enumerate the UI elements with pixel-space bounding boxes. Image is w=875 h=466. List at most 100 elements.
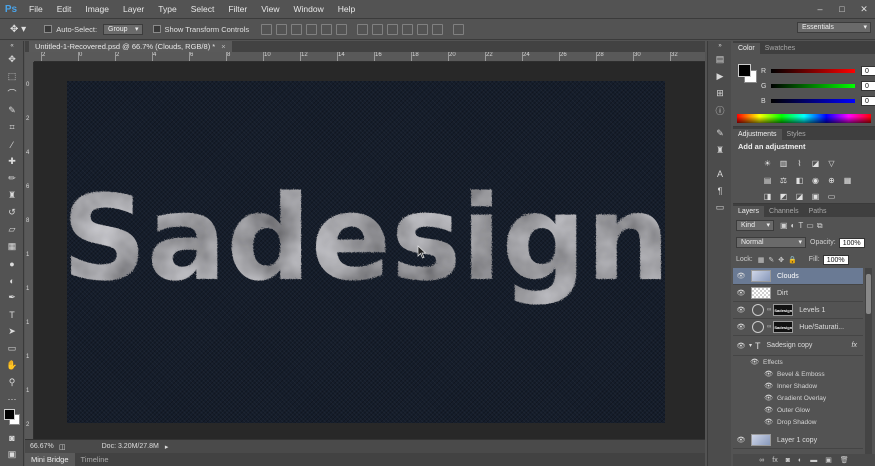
effects-header[interactable]: 👁 Effects xyxy=(733,356,863,368)
layer-kind-filter[interactable]: Kind xyxy=(736,220,774,231)
green-value-input[interactable]: 0 xyxy=(861,81,875,91)
new-layer-icon[interactable]: ▣ xyxy=(825,456,832,464)
layers-scrollbar[interactable] xyxy=(865,268,872,466)
tab-layers[interactable]: Layers xyxy=(733,206,765,217)
add-mask-icon[interactable]: ◙ xyxy=(786,457,790,464)
pen-tool-icon[interactable]: ✒ xyxy=(0,289,24,306)
levels-icon[interactable]: ▥ xyxy=(777,158,790,169)
brush-panel-icon[interactable]: ✎ xyxy=(708,125,732,142)
brush-tool-icon[interactable]: ✏ xyxy=(0,170,24,187)
more-tools-icon[interactable]: ⋯ xyxy=(0,391,24,408)
distribute-vcenter-icon[interactable] xyxy=(372,23,384,35)
eyedropper-tool-icon[interactable]: ⁄ xyxy=(0,136,24,153)
document-size-info[interactable]: Doc: 3.20M/27.8M xyxy=(102,443,159,450)
distribute-bottom-icon[interactable] xyxy=(387,23,399,35)
menu-layer[interactable]: Layer xyxy=(116,4,151,14)
show-transform-checkbox[interactable] xyxy=(152,25,161,33)
effect-drop-shadow[interactable]: 👁 Drop Shadow xyxy=(733,416,863,428)
crop-tool-icon[interactable]: ⌗ xyxy=(0,119,24,136)
notes-panel-icon[interactable]: ▭ xyxy=(708,199,732,216)
align-right-icon[interactable] xyxy=(336,23,348,35)
layer-filter-icons[interactable]: ▣◐T▭⧉ xyxy=(780,221,826,231)
tab-adjustments[interactable]: Adjustments xyxy=(733,129,782,140)
hue-saturation-icon[interactable]: ▤ xyxy=(761,175,774,186)
effect-eye-icon[interactable]: 👁 xyxy=(733,382,777,390)
threshold-icon[interactable]: ◪ xyxy=(793,191,806,202)
menu-file[interactable]: File xyxy=(22,4,50,14)
actions-panel-icon[interactable]: ▶ xyxy=(708,68,732,85)
vibrance-icon[interactable]: ▽ xyxy=(825,158,838,169)
delete-layer-icon[interactable]: 🗑 xyxy=(840,456,849,464)
effects-eye-icon[interactable]: 👁 xyxy=(733,358,763,366)
channel-mixer-icon[interactable]: ⊕ xyxy=(825,175,838,186)
properties-panel-icon[interactable]: ⊞ xyxy=(708,85,732,102)
effect-bevel-emboss[interactable]: 👁 Bevel & Emboss xyxy=(733,368,863,380)
red-slider[interactable] xyxy=(771,69,855,73)
brightness-contrast-icon[interactable]: ☀ xyxy=(761,158,774,169)
lock-icons[interactable]: ▦✎✥🔒 xyxy=(758,256,801,264)
document-tab[interactable]: Untitled-1-Recovered.psd @ 66.7% (Clouds… xyxy=(29,41,232,52)
tab-color[interactable]: Color xyxy=(733,43,760,54)
quick-mask-icon[interactable]: ◙ xyxy=(0,429,24,446)
distribute-hcenter-icon[interactable] xyxy=(417,23,429,35)
clone-source-panel-icon[interactable]: ♜ xyxy=(708,142,732,159)
selective-color-icon[interactable]: ▣ xyxy=(809,191,822,202)
show-transform-option[interactable]: Show Transform Controls xyxy=(152,25,249,34)
expand-arrow-icon[interactable]: ▾ xyxy=(749,342,752,349)
menu-filter[interactable]: Filter xyxy=(221,4,254,14)
close-button[interactable]: ✕ xyxy=(853,0,875,18)
new-group-icon[interactable]: ▬ xyxy=(810,457,817,464)
distribute-top-icon[interactable] xyxy=(357,23,369,35)
effect-eye-icon[interactable]: 👁 xyxy=(733,418,777,426)
layer-row-levels[interactable]: 👁 ∞ Sadesign Levels 1 xyxy=(733,302,863,319)
maximize-button[interactable]: □ xyxy=(831,0,853,18)
new-adjustment-icon[interactable]: ◐ xyxy=(798,457,802,464)
gradient-map-icon[interactable]: ▭ xyxy=(825,191,838,202)
blue-value-input[interactable]: 0 xyxy=(861,96,875,106)
shape-tool-icon[interactable]: ▭ xyxy=(0,340,24,357)
menu-edit[interactable]: Edit xyxy=(50,4,79,14)
workspace-dropdown[interactable]: Essentials xyxy=(797,22,871,33)
hand-tool-icon[interactable]: ✋ xyxy=(0,357,24,374)
invert-icon[interactable]: ◨ xyxy=(761,191,774,202)
fx-icon[interactable]: fx xyxy=(852,342,857,349)
lasso-tool-icon[interactable]: ⌒ xyxy=(0,85,24,102)
menu-type[interactable]: Type xyxy=(151,4,183,14)
black-white-icon[interactable]: ◧ xyxy=(793,175,806,186)
history-panel-icon[interactable]: ▤ xyxy=(708,51,732,68)
auto-align-icon[interactable] xyxy=(453,23,465,35)
layer-row-layer-1-copy[interactable]: 👁 Layer 1 copy xyxy=(733,432,863,449)
effect-eye-icon[interactable]: 👁 xyxy=(733,370,777,378)
info-panel-icon[interactable]: ⓘ xyxy=(708,102,732,119)
history-brush-tool-icon[interactable]: ↺ xyxy=(0,204,24,221)
move-tool-preset-icon[interactable]: ✥ ▾ xyxy=(10,24,26,35)
align-bottom-icon[interactable] xyxy=(291,23,303,35)
color-lookup-icon[interactable]: ▦ xyxy=(841,175,854,186)
auto-select-checkbox[interactable] xyxy=(44,25,53,33)
paragraph-panel-icon[interactable]: ¶ xyxy=(708,182,732,199)
link-layers-icon[interactable]: ∞ xyxy=(759,457,764,464)
distribute-left-icon[interactable] xyxy=(402,23,414,35)
menu-select[interactable]: Select xyxy=(184,4,222,14)
visibility-eye-icon[interactable]: 👁 xyxy=(733,289,749,297)
type-tool-icon[interactable]: T xyxy=(0,306,24,323)
visibility-eye-icon[interactable]: 👁 xyxy=(733,323,749,331)
tab-mini-bridge[interactable]: Mini Bridge xyxy=(25,453,75,466)
visibility-eye-icon[interactable]: 👁 xyxy=(733,272,749,280)
visibility-eye-icon[interactable]: 👁 xyxy=(733,342,749,350)
effect-gradient-overlay[interactable]: 👁 Gradient Overlay xyxy=(733,392,863,404)
effect-inner-shadow[interactable]: 👁 Inner Shadow xyxy=(733,380,863,392)
eraser-tool-icon[interactable]: ▱ xyxy=(0,221,24,238)
zoom-tool-icon[interactable]: ⚲ xyxy=(0,374,24,391)
status-info-icon[interactable]: ◫ xyxy=(59,443,66,451)
align-left-icon[interactable] xyxy=(306,23,318,35)
tab-paths[interactable]: Paths xyxy=(804,206,832,217)
status-menu-arrow-icon[interactable]: ▸ xyxy=(165,443,169,451)
tab-timeline[interactable]: Timeline xyxy=(75,455,115,464)
auto-select-option[interactable]: Auto-Select: xyxy=(44,25,97,34)
layer-row-hue-saturation[interactable]: 👁 ∞ Sadesign Hue/Saturati... xyxy=(733,319,863,336)
photo-filter-icon[interactable]: ◉ xyxy=(809,175,822,186)
layer-row-clouds[interactable]: 👁 Clouds xyxy=(733,268,863,285)
effect-eye-icon[interactable]: 👁 xyxy=(733,394,777,402)
layer-row-sadesign-copy[interactable]: 👁 ▾ T Sadesign copy fx xyxy=(733,336,863,356)
